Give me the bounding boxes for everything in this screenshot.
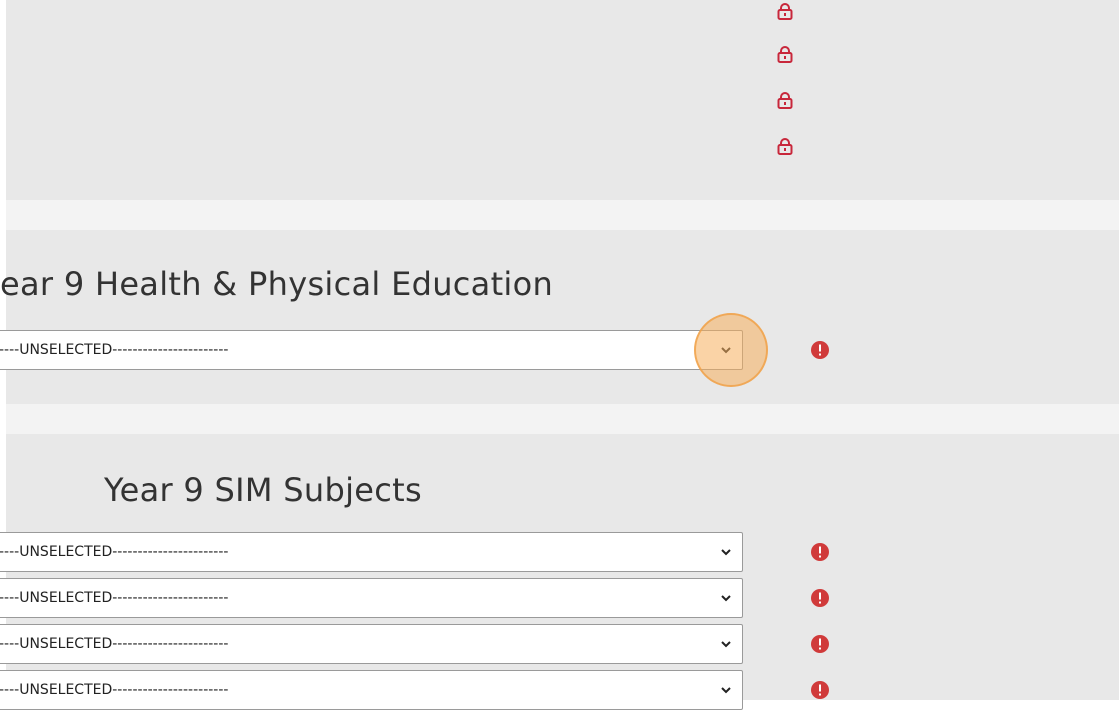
subject-dropdown[interactable]: ----UNSELECTED----------------------- [0,578,743,618]
dropdown-value: ----UNSELECTED----------------------- [0,682,229,698]
chevron-down-icon[interactable] [720,592,732,604]
subject-dropdown[interactable]: ----UNSELECTED----------------------- [0,532,743,572]
section-divider [6,200,1119,230]
chevron-down-icon[interactable] [720,344,732,356]
dropdown-value: ----UNSELECTED----------------------- [0,342,229,358]
alert-icon [810,680,830,700]
dropdown-value: ----UNSELECTED----------------------- [0,544,229,560]
locked-subjects-section [6,0,1119,200]
alert-icon [810,542,830,562]
chevron-down-icon[interactable] [720,684,732,696]
section-heading-sim-subjects: Year 9 SIM Subjects [104,471,422,509]
lock-icon [776,2,794,20]
lock-icon [776,45,794,63]
lock-icon [776,137,794,155]
alert-icon [810,634,830,654]
chevron-down-icon[interactable] [720,546,732,558]
chevron-down-icon[interactable] [720,638,732,650]
section-heading-health-pe: ear 9 Health & Physical Education [0,265,554,303]
health-pe-section [6,230,1119,404]
lock-icon [776,91,794,109]
subject-dropdown[interactable]: ----UNSELECTED----------------------- [0,624,743,664]
section-divider [6,404,1119,434]
dropdown-value: ----UNSELECTED----------------------- [0,636,229,652]
dropdown-value: ----UNSELECTED----------------------- [0,590,229,606]
alert-icon [810,588,830,608]
alert-icon [810,340,830,360]
subject-dropdown[interactable]: ----UNSELECTED----------------------- [0,670,743,710]
subject-dropdown[interactable]: ----UNSELECTED----------------------- [0,330,743,370]
